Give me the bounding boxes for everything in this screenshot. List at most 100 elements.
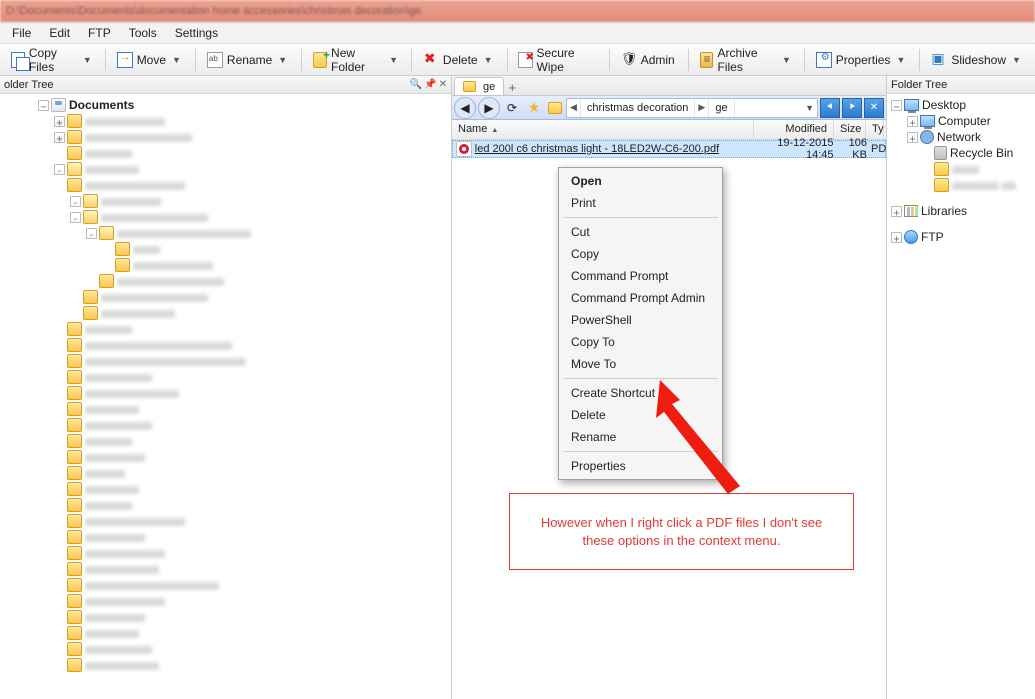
delete-button[interactable]: Delete▼ <box>418 48 501 72</box>
tree-item-blurred[interactable]: aaaaaaaa <box>2 481 449 497</box>
tree-item-blurred[interactable]: aaaaaaaaaaaaaaaaaaaaaaaa <box>2 353 449 369</box>
left-tree[interactable]: − Documents +aaaaaaaaaaaa+aaaaaaaaaaaaaa… <box>0 94 451 699</box>
close-icon[interactable]: ✕ <box>439 79 447 90</box>
ctx-delete[interactable]: Delete <box>561 404 720 426</box>
tree-item-blurred[interactable]: aaaaaaaaaaaaaaaaaaaa <box>2 577 449 593</box>
chevron-down-icon[interactable]: ▼ <box>896 55 906 65</box>
tree-item-documents[interactable]: − Documents <box>2 97 449 113</box>
nav-next-button[interactable]: ⯈ <box>842 98 862 118</box>
tree-item-blurred[interactable]: aaaaaaaaaaa <box>2 305 449 321</box>
tree-item-blurred[interactable]: aaaa <box>2 241 449 257</box>
right-tree[interactable]: −Desktop +Computer +Network Recycle Bin … <box>887 94 1035 699</box>
ctx-create-shortcut[interactable]: Create Shortcut <box>561 382 720 404</box>
col-name[interactable]: Name▲ <box>452 120 754 139</box>
tree-item-computer[interactable]: +Computer <box>889 113 1033 129</box>
favorites-icon[interactable]: ★ <box>524 98 544 118</box>
copy-files-button[interactable]: Copy Files▼ <box>6 48 99 72</box>
tree-item-blurred[interactable]: -aaaaaaaaaaaaaaaa <box>2 209 449 225</box>
expand-icon[interactable]: + <box>54 132 65 143</box>
tree-item-blurred[interactable]: aaaaaaaaaaaaaa <box>2 385 449 401</box>
back-button[interactable]: ◀ <box>454 97 476 119</box>
tree-item-blurred[interactable]: aaaaaaaaaaaaaaaaaaaaaa <box>2 337 449 353</box>
tree-item-recycle[interactable]: Recycle Bin <box>889 145 1033 161</box>
tree-item-blurred[interactable]: aaaaaaaaa <box>2 529 449 545</box>
tree-item-blurred[interactable]: aaaaaaa <box>2 433 449 449</box>
expand-icon[interactable]: + <box>907 132 918 143</box>
ctx-cmd-admin[interactable]: Command Prompt Admin <box>561 287 720 309</box>
tab-ge[interactable]: ge <box>454 77 504 95</box>
tree-item-blurred[interactable]: aaaaaaaaaaaaaaa <box>2 177 449 193</box>
refresh-button[interactable]: ⟳ <box>502 98 522 118</box>
chevron-down-icon[interactable]: ▼ <box>802 99 817 117</box>
chevron-down-icon[interactable]: ▼ <box>389 55 398 65</box>
tree-item-blurred[interactable]: -aaaaaaaaaaaaaaaaaaaa <box>2 225 449 241</box>
breadcrumb-segment[interactable]: ge <box>709 99 734 117</box>
collapse-icon[interactable]: - <box>86 228 97 239</box>
tree-item-blurred[interactable]: aaaaaaaaaaaaaaaa <box>2 289 449 305</box>
tree-item-network[interactable]: +Network <box>889 129 1033 145</box>
menu-ftp[interactable]: FTP <box>80 24 119 42</box>
admin-button[interactable]: Admin <box>616 48 682 72</box>
menu-settings[interactable]: Settings <box>167 24 226 42</box>
collapse-icon[interactable]: - <box>70 196 81 207</box>
ctx-properties[interactable]: Properties <box>561 455 720 477</box>
ctx-move-to[interactable]: Move To <box>561 353 720 375</box>
tree-item-blurred[interactable]: aaaaaaaaaaaaaaaa <box>2 273 449 289</box>
breadcrumb-segment[interactable]: christmas decoration <box>581 99 696 117</box>
tree-item-blurred[interactable]: +aaaaaaaaaaaa <box>2 113 449 129</box>
tree-item-desktop[interactable]: −Desktop <box>889 97 1033 113</box>
tree-item-blurred[interactable]: -aaaaaaaa <box>2 161 449 177</box>
new-tab-button[interactable]: + <box>504 80 520 95</box>
expand-icon[interactable]: + <box>891 232 902 243</box>
tree-item-libraries[interactable]: +Libraries <box>889 203 1033 219</box>
chevron-down-icon[interactable]: ▼ <box>83 55 92 65</box>
rename-button[interactable]: Rename▼ <box>202 48 295 72</box>
breadcrumb[interactable]: ◀ christmas decoration ▶ ge ▼ <box>566 98 818 118</box>
nav-close-button[interactable]: ✕ <box>864 98 884 118</box>
collapse-icon[interactable]: − <box>38 100 49 111</box>
ctx-open[interactable]: Open <box>561 170 720 192</box>
collapse-icon[interactable]: - <box>70 212 81 223</box>
new-folder-button[interactable]: New Folder▼ <box>308 48 405 72</box>
tree-item-blurred[interactable]: aaaaaaaaaaaa <box>2 545 449 561</box>
ctx-powershell[interactable]: PowerShell <box>561 309 720 331</box>
slideshow-button[interactable]: Slideshow▼ <box>926 48 1029 72</box>
tree-item-blurred[interactable]: aaaaaa <box>2 465 449 481</box>
tree-item-blurred[interactable]: aaaaaaaaaa <box>2 641 449 657</box>
properties-button[interactable]: Properties▼ <box>811 48 914 72</box>
tree-item-blurred[interactable]: aaaa <box>889 161 1033 177</box>
archive-button[interactable]: Archive Files▼ <box>695 48 798 72</box>
ctx-cmd[interactable]: Command Prompt <box>561 265 720 287</box>
chevron-down-icon[interactable]: ▼ <box>278 55 288 65</box>
expand-icon[interactable]: + <box>54 116 65 127</box>
nav-prev-button[interactable]: ⯇ <box>820 98 840 118</box>
secure-wipe-button[interactable]: Secure Wipe <box>513 48 602 72</box>
move-button[interactable]: Move▼ <box>112 48 189 72</box>
chevron-down-icon[interactable]: ▼ <box>782 55 791 65</box>
menu-file[interactable]: File <box>4 24 39 42</box>
chevron-down-icon[interactable]: ▼ <box>172 55 182 65</box>
tree-item-blurred[interactable]: aaaaaaaaaaa <box>2 561 449 577</box>
tree-item-blurred[interactable]: +aaaaaaaaaaaaaaaa <box>2 129 449 145</box>
ctx-cut[interactable]: Cut <box>561 221 720 243</box>
tree-item-blurred[interactable]: aaaaaaa aa <box>889 177 1033 193</box>
tree-item-blurred[interactable]: aaaaaaaaaa <box>2 417 449 433</box>
chevron-down-icon[interactable]: ▼ <box>484 55 494 65</box>
menu-edit[interactable]: Edit <box>41 24 78 42</box>
file-row[interactable]: led 200l c6 christmas light - 18LED2W-C6… <box>452 140 886 158</box>
tree-item-blurred[interactable]: aaaaaaaaaaaaaaa <box>2 513 449 529</box>
expand-icon[interactable]: + <box>907 116 918 127</box>
pin-icon[interactable]: 📌 <box>424 79 436 90</box>
tree-item-blurred[interactable]: aaaaaaaa <box>2 625 449 641</box>
tree-item-ftp[interactable]: +FTP <box>889 229 1033 245</box>
tree-item-blurred[interactable]: aaaaaaaaa <box>2 609 449 625</box>
chevron-down-icon[interactable]: ▼ <box>1012 55 1022 65</box>
col-type[interactable]: Ty <box>866 120 884 139</box>
menu-tools[interactable]: Tools <box>121 24 165 42</box>
chevron-left-icon[interactable]: ◀ <box>567 99 581 117</box>
ctx-copy[interactable]: Copy <box>561 243 720 265</box>
tree-item-blurred[interactable]: aaaaaaaaaaa <box>2 657 449 673</box>
expand-icon[interactable]: + <box>891 206 902 217</box>
tree-item-blurred[interactable]: aaaaaaa <box>2 497 449 513</box>
collapse-icon[interactable]: - <box>54 164 65 175</box>
